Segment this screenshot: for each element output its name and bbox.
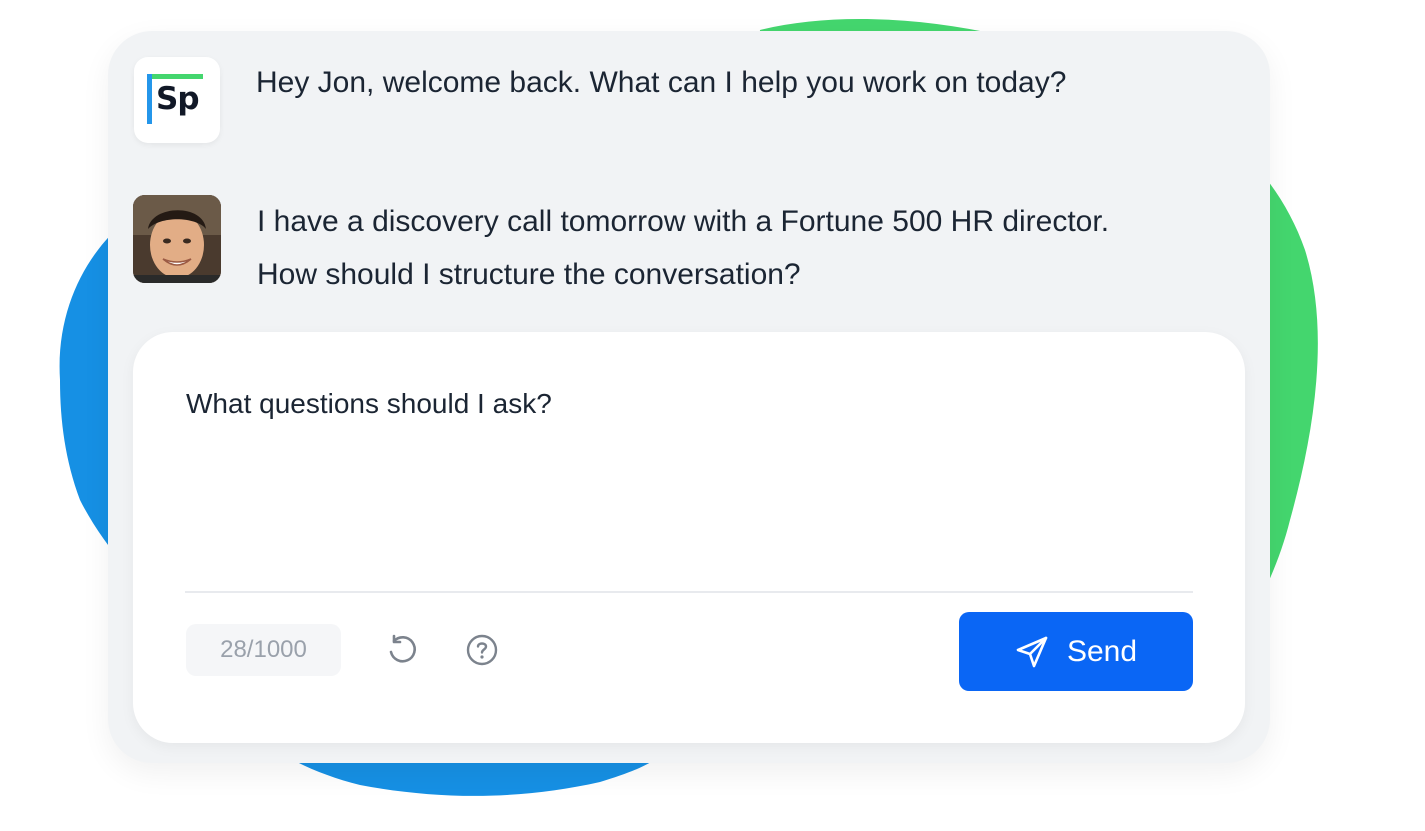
send-button-label: Send bbox=[1066, 634, 1138, 668]
user-message-line-1: I have a discovery call tomorrow with a … bbox=[257, 205, 1110, 238]
logo-green-bar bbox=[147, 74, 203, 79]
logo-blue-bar bbox=[147, 74, 152, 124]
user-message: I have a discovery call tomorrow with a … bbox=[133, 195, 1257, 301]
user-avatar bbox=[133, 195, 221, 283]
send-button[interactable]: Send bbox=[959, 612, 1193, 691]
avatar-illustration bbox=[133, 195, 221, 283]
message-composer: What questions should I ask? 28/1000 Sen… bbox=[133, 332, 1245, 743]
character-counter: 28/1000 bbox=[186, 624, 341, 676]
help-button[interactable] bbox=[464, 632, 500, 668]
refresh-icon bbox=[389, 634, 416, 663]
user-message-line-2: How should I structure the conversation? bbox=[257, 258, 801, 291]
logo-text: Sp bbox=[156, 81, 200, 117]
message-input[interactable]: What questions should I ask? bbox=[186, 388, 552, 420]
bot-message: Sp Hey Jon, welcome back. What can I hel… bbox=[134, 57, 1066, 143]
bot-message-text: Hey Jon, welcome back. What can I help y… bbox=[256, 66, 1067, 99]
paper-plane-icon bbox=[1016, 636, 1048, 667]
assistant-logo: Sp bbox=[134, 57, 220, 143]
user-message-text: I have a discovery call tomorrow with a … bbox=[257, 195, 1257, 301]
help-circle-icon bbox=[466, 634, 498, 666]
reset-button[interactable] bbox=[384, 632, 420, 668]
composer-divider bbox=[185, 591, 1193, 593]
chat-card: Sp Hey Jon, welcome back. What can I hel… bbox=[108, 31, 1270, 763]
